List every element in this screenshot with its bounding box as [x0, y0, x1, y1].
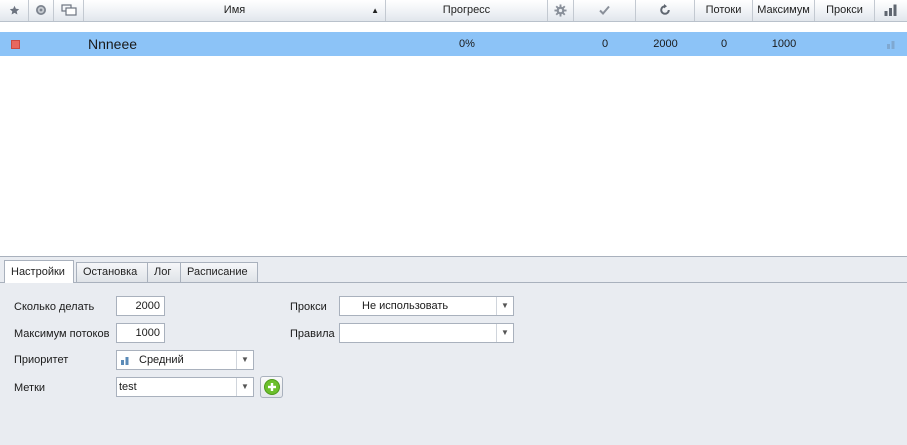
col-name[interactable]: Имя ▲ [84, 0, 386, 21]
priority-bars-icon [121, 357, 129, 365]
priority-select[interactable]: Средний ▼ [116, 350, 254, 370]
checkmark-icon [599, 5, 610, 16]
priority-label: Приоритет [14, 354, 69, 366]
globe-icon [36, 5, 46, 16]
col-threads[interactable]: Потоки [695, 0, 753, 21]
gear-icon [554, 4, 567, 17]
col-maximum[interactable]: Максимум [753, 0, 815, 21]
chevron-down-icon[interactable]: ▼ [496, 297, 513, 315]
row-repeat: 2000 [653, 38, 678, 50]
priority-bars-icon [887, 41, 895, 50]
add-tag-button[interactable] [260, 376, 283, 398]
proxy-select[interactable]: Не использовать ▼ [339, 296, 514, 316]
refresh-icon [660, 4, 670, 15]
star-icon [9, 5, 19, 15]
stop-square-icon [11, 40, 20, 49]
col-name-label: Имя [223, 4, 246, 16]
col-windows[interactable] [54, 0, 84, 21]
windows-icon [60, 4, 77, 16]
col-proxy[interactable]: Прокси [815, 0, 875, 21]
proxy-value: Не использовать [362, 300, 449, 312]
tags-select[interactable]: test ▼ [116, 377, 254, 397]
count-label: Сколько делать [14, 301, 95, 313]
row-maximum: 1000 [771, 38, 797, 50]
rules-select[interactable]: ▼ [339, 323, 514, 343]
sort-asc-icon: ▲ [371, 6, 379, 15]
tab-log[interactable]: Лог [147, 262, 181, 282]
col-progress-label: Прогресс [442, 4, 491, 16]
max-threads-input[interactable]: 1000 [116, 323, 165, 343]
tags-label: Метки [14, 382, 46, 394]
rules-label: Правила [290, 328, 335, 340]
row-threads: 0 [720, 38, 728, 50]
row-status-cell[interactable] [0, 32, 29, 56]
col-proxy-label: Прокси [826, 4, 863, 16]
row-name[interactable]: Nnneee [84, 32, 386, 56]
tab-schedule[interactable]: Расписание [180, 262, 258, 282]
tab-stop[interactable]: Остановка [76, 262, 148, 282]
row-progress: 0% [459, 38, 475, 50]
signal-bars-icon [884, 4, 897, 17]
tab-settings[interactable]: Настройки [4, 260, 74, 283]
priority-value: Средний [139, 354, 184, 366]
col-done[interactable] [574, 0, 636, 21]
col-globe[interactable] [29, 0, 54, 21]
plus-icon [264, 379, 280, 395]
row-proxy [815, 32, 875, 56]
col-favorite[interactable] [0, 0, 29, 21]
count-input[interactable]: 2000 [116, 296, 165, 316]
col-threads-label: Потоки [705, 4, 742, 16]
col-progress[interactable]: Прогресс [386, 0, 548, 21]
table-row[interactable]: Nnneee 0% 0 2000 0 1000 [0, 32, 907, 56]
chevron-down-icon[interactable]: ▼ [236, 378, 253, 396]
col-priority[interactable] [875, 0, 907, 21]
grid-header: Имя ▲ Прогресс Потоки Максимум Прокси [0, 0, 907, 22]
chevron-down-icon[interactable]: ▼ [496, 324, 513, 342]
max-threads-label: Максимум потоков [14, 328, 110, 340]
col-settings[interactable] [548, 0, 574, 21]
proxy-label: Прокси [290, 301, 327, 313]
chevron-down-icon[interactable]: ▼ [236, 351, 253, 369]
task-grid: Имя ▲ Прогресс Потоки Максимум Прокси Nn… [0, 0, 907, 257]
col-repeat[interactable] [636, 0, 695, 21]
col-maximum-label: Максимум [757, 4, 810, 16]
row-priority-cell [875, 32, 907, 56]
tags-value: test [119, 381, 137, 393]
row-done: 0 [601, 38, 609, 50]
